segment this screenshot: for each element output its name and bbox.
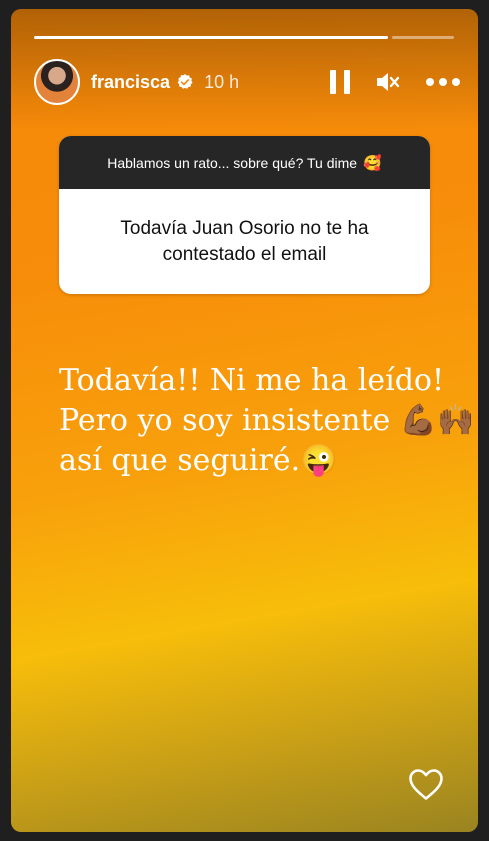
- progress-segment: [34, 36, 388, 39]
- avatar[interactable]: [34, 59, 80, 105]
- question-sticker[interactable]: Hablamos un rato... sobre qué? Tu dime 🥰…: [59, 136, 430, 294]
- pause-icon: [330, 70, 336, 94]
- caption-line: así que seguiré.😜: [59, 443, 338, 478]
- progress-segment: [392, 36, 454, 39]
- story-header: francisca 10 h: [34, 57, 460, 107]
- more-options-button[interactable]: [426, 77, 460, 87]
- timestamp: 10 h: [204, 71, 240, 92]
- caption-line: Todavía!! Ni me ha leído!: [59, 363, 445, 398]
- caption-line: Pero yo soy insistente 💪🏾🙌🏾: [59, 403, 475, 438]
- verified-badge-icon: [177, 74, 193, 89]
- question-prompt: Hablamos un rato... sobre qué? Tu dime 🥰: [59, 136, 430, 189]
- question-text: Todavía Juan Osorio no te ha contestado …: [120, 217, 369, 265]
- story-caption: Todavía!! Ni me ha leído! Pero yo soy in…: [59, 361, 475, 481]
- more-options-icon: [426, 78, 434, 86]
- heart-icon[interactable]: [408, 768, 444, 801]
- story-progress-bar: [34, 36, 454, 39]
- smiling-hearts-emoji: 🥰: [363, 154, 382, 172]
- speaker-muted-icon[interactable]: [374, 69, 400, 95]
- pause-button[interactable]: [330, 70, 350, 94]
- story-viewer[interactable]: francisca 10 h Hablamos un rato... sobre…: [11, 9, 478, 832]
- username[interactable]: francisca: [91, 72, 170, 93]
- question-prompt-text: Hablamos un rato... sobre qué? Tu dime: [107, 154, 358, 171]
